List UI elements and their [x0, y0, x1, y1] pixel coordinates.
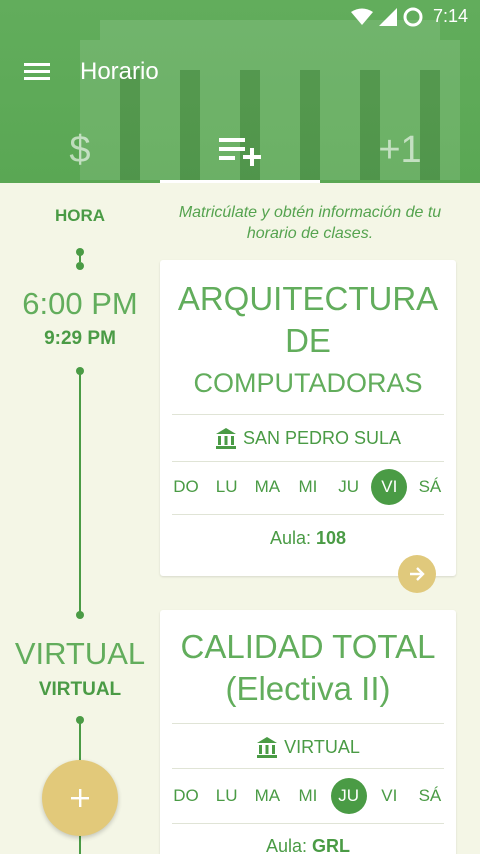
- wifi-icon: [350, 8, 373, 25]
- arrow-right-icon: [410, 567, 425, 581]
- menu-icon[interactable]: [24, 60, 50, 82]
- class-card[interactable]: ARQUITECTURA DE COMPUTADORAS SAN PEDRO S…: [160, 260, 456, 576]
- classroom-value: GRL: [312, 836, 351, 854]
- class-start-time: 6:00 PM: [22, 286, 138, 321]
- playlist-add-icon: [219, 137, 261, 166]
- divider: [172, 823, 444, 824]
- day-chip-sa: SÁ: [418, 477, 442, 496]
- class-title-line: (Electiva II): [225, 670, 391, 707]
- class-title-line: ARQUITECTURA: [177, 280, 439, 317]
- day-chip-ma: MA: [254, 786, 281, 805]
- weekday-row: DO LU MA MI JU VI SÁ: [168, 778, 448, 814]
- class-end-time: VIRTUAL: [38, 679, 122, 700]
- plus-icon: [71, 789, 89, 807]
- campus-row: VIRTUAL: [160, 734, 456, 760]
- tab-bar: $ +1: [0, 118, 480, 183]
- divider: [172, 514, 444, 515]
- class-card[interactable]: CALIDAD TOTAL (Electiva II) VIRTUAL DO L…: [160, 610, 456, 854]
- day-chip-ma: MA: [254, 477, 281, 496]
- time-column-header: HORA: [54, 206, 106, 225]
- classroom-label: Aula:: [269, 528, 311, 548]
- institution-icon: [257, 737, 278, 758]
- plus-one-icon: +1: [378, 129, 422, 171]
- class-title: ARQUITECTURA DE COMPUTADORAS: [160, 278, 456, 404]
- timeline-line: [79, 252, 81, 262]
- campus-row: SAN PEDRO SULA: [160, 425, 456, 451]
- tab-payments[interactable]: $: [0, 118, 160, 183]
- day-chip-ju: JU: [338, 477, 360, 496]
- intro-text: Matricúlate y obtén información de tu ho…: [178, 204, 442, 242]
- timeline-line: [79, 371, 81, 615]
- class-title-line: COMPUTADORAS: [193, 368, 423, 398]
- day-chip-lu: LU: [215, 786, 238, 805]
- timeline-dot: [76, 262, 84, 270]
- campus-name: VIRTUAL: [284, 736, 360, 757]
- status-bar: 7:14: [0, 0, 480, 36]
- class-title-line: DE: [285, 322, 331, 359]
- status-time: 7:14: [432, 6, 468, 26]
- class-end-time: 9:29 PM: [44, 328, 116, 349]
- class-start-time: VIRTUAL: [14, 636, 146, 671]
- day-chip-do: DO: [173, 786, 199, 805]
- day-chip-ju-active: JU: [330, 778, 367, 814]
- institution-icon: [215, 428, 236, 449]
- classroom-row: Aula: 108: [160, 528, 456, 549]
- day-chip-sa: SÁ: [418, 786, 442, 805]
- class-title: CALIDAD TOTAL (Electiva II): [160, 626, 456, 710]
- day-chip-vi: VI: [381, 786, 398, 805]
- divider: [172, 461, 444, 462]
- timeline-dot: [76, 611, 84, 619]
- tab-schedule[interactable]: [160, 118, 320, 183]
- day-chip-lu: LU: [215, 477, 238, 496]
- classroom-value: 108: [316, 528, 347, 548]
- signal-icon: [378, 7, 397, 26]
- add-fab-button[interactable]: [42, 760, 118, 836]
- divider: [172, 768, 444, 769]
- classroom-label: Aula:: [265, 836, 307, 854]
- day-chip-vi-active: VI: [371, 469, 408, 505]
- campus-name: SAN PEDRO SULA: [242, 427, 402, 448]
- app-bar: Horario: [0, 50, 480, 94]
- app-title: Horario: [80, 58, 159, 85]
- divider: [172, 414, 444, 415]
- tab-plus-one[interactable]: +1: [320, 118, 480, 183]
- next-arrow-button[interactable]: [398, 555, 436, 593]
- day-chip-mi: MI: [298, 786, 318, 805]
- day-chip-do: DO: [173, 477, 199, 496]
- battery-icon: [403, 7, 423, 26]
- classroom-row: Aula: GRL: [160, 836, 456, 854]
- divider: [172, 723, 444, 724]
- tab-indicator: [160, 180, 320, 183]
- app-header: 7:14 Horario $ +1: [0, 0, 480, 183]
- weekday-row: DO LU MA MI JU VI SÁ: [168, 469, 448, 505]
- dollar-icon: $: [69, 129, 91, 171]
- class-title-line: CALIDAD TOTAL: [180, 628, 436, 665]
- day-chip-mi: MI: [298, 477, 318, 496]
